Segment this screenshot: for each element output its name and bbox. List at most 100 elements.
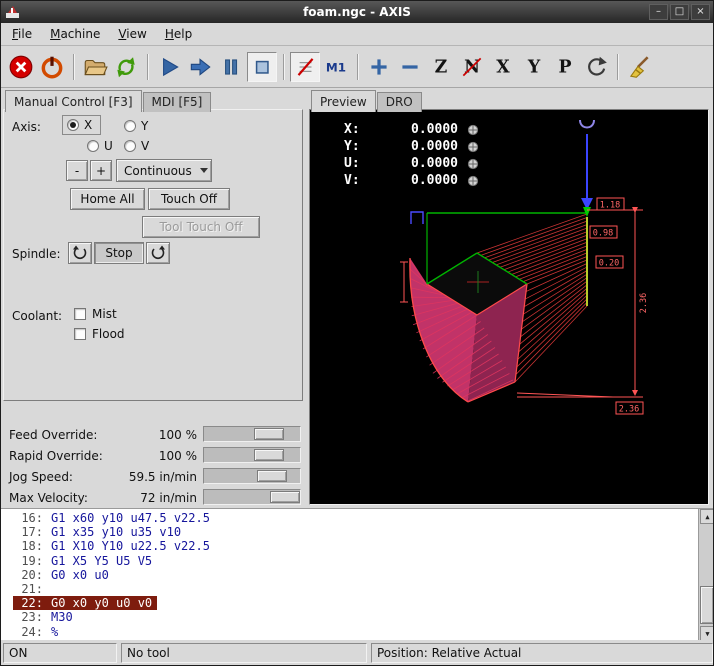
gcode-line-active[interactable]: 22:G0 x0 y0 u0 v0: [13, 596, 698, 610]
view-perspective-icon: P: [552, 54, 578, 80]
open-file-button[interactable]: [80, 52, 110, 82]
stop-button[interactable]: [247, 52, 277, 82]
unhomed-icon: [467, 141, 479, 153]
max-velocity-label: Max Velocity:: [9, 491, 88, 505]
view-perspective-button[interactable]: P: [550, 52, 580, 82]
statusbar: ON No tool Position: Relative Actual: [1, 640, 714, 666]
gcode-line[interactable]: 17:G1 x35 y10 u35 v10: [13, 525, 698, 539]
machine-power-button[interactable]: [37, 52, 67, 82]
jog-speed-slider[interactable]: [203, 468, 301, 484]
gcode-line[interactable]: 16:G1 x60 y10 u47.5 v22.5: [13, 511, 698, 525]
position-mode-cell: Position: Relative Actual: [371, 643, 713, 663]
dro-row-y: Y:0.0000: [344, 138, 479, 155]
optional-pause-button[interactable]: M1: [321, 52, 351, 82]
rotate-view-icon: [583, 54, 609, 80]
toolbar-separator: [357, 54, 359, 80]
close-button[interactable]: ×: [691, 4, 710, 20]
estop-icon: [8, 54, 34, 80]
clear-plot-button[interactable]: [624, 52, 654, 82]
tool-cell: No tool: [121, 643, 367, 663]
touch-off-button[interactable]: Touch Off: [148, 188, 230, 210]
gcode-line[interactable]: 24:%: [13, 625, 698, 639]
preview-canvas[interactable]: 1.18 0.98 0.20 2.36 2.36 X:0.000: [309, 109, 709, 505]
rotate-view-button[interactable]: [581, 52, 611, 82]
machine-state-cell: ON: [3, 643, 117, 663]
open-folder-icon: [82, 54, 108, 80]
axis-radio-v[interactable]: V: [124, 139, 149, 153]
skip-lines-icon: [292, 54, 318, 80]
jog-minus-button[interactable]: -: [66, 160, 88, 181]
titlebar[interactable]: foam.ngc - AXIS – □ ×: [1, 1, 713, 23]
menu-machine[interactable]: Machine: [41, 24, 109, 44]
zoom-in-button[interactable]: [364, 52, 394, 82]
jog-speed-handle[interactable]: [257, 470, 287, 482]
view-y-button[interactable]: Y: [519, 52, 549, 82]
gcode-line[interactable]: 19:G1 X5 Y5 U5 V5: [13, 554, 698, 568]
view-x-button[interactable]: X: [488, 52, 518, 82]
axis-radio-x[interactable]: X: [62, 115, 101, 135]
dim-label: 2.36: [619, 405, 639, 415]
tab-dro[interactable]: DRO: [377, 92, 422, 112]
gcode-line[interactable]: 21:: [13, 582, 698, 596]
menu-file[interactable]: File: [3, 24, 41, 44]
dim-label: 2.36: [639, 293, 649, 313]
max-velocity-slider[interactable]: [203, 489, 301, 505]
max-velocity-handle[interactable]: [270, 491, 300, 503]
view-z-rotated-button[interactable]: N: [457, 52, 487, 82]
zoom-out-button[interactable]: [395, 52, 425, 82]
flood-checkbox[interactable]: Flood: [74, 327, 125, 341]
axis-radio-y[interactable]: Y: [124, 119, 148, 133]
jog-mode-dropdown[interactable]: Continuous: [116, 159, 212, 182]
feed-override-handle[interactable]: [254, 428, 284, 440]
skip-lines-button[interactable]: [290, 52, 320, 82]
optional-pause-icon: M1: [323, 54, 349, 80]
run-step-button[interactable]: [185, 52, 215, 82]
radio-x-icon: [67, 119, 79, 131]
pause-button[interactable]: [216, 52, 246, 82]
tab-manual-control[interactable]: Manual Control [F3]: [5, 90, 142, 112]
feed-override-slider[interactable]: [203, 426, 301, 442]
menubar: File Machine View Help: [1, 23, 713, 46]
svg-text:P: P: [558, 57, 571, 77]
tab-mdi[interactable]: MDI [F5]: [143, 92, 212, 112]
preview-panel: Preview DRO: [307, 88, 714, 508]
rapid-override-row: Rapid Override: 100 %: [1, 445, 307, 466]
spindle-cw-button[interactable]: [146, 242, 170, 264]
reload-button[interactable]: [111, 52, 141, 82]
gcode-scrollbar[interactable]: ▲ ▼: [698, 509, 714, 640]
tab-preview[interactable]: Preview: [311, 90, 376, 112]
dro-row-u: U:0.0000: [344, 155, 479, 172]
flood-checkbox-icon: [74, 328, 86, 340]
run-button[interactable]: [154, 52, 184, 82]
svg-text:Y: Y: [527, 57, 541, 77]
jog-plus-button[interactable]: +: [90, 160, 112, 181]
rapid-override-label: Rapid Override:: [9, 449, 103, 463]
svg-text:Z: Z: [435, 57, 448, 77]
estop-button[interactable]: [6, 52, 36, 82]
rapid-override-slider[interactable]: [203, 447, 301, 463]
gcode-line[interactable]: 20:G0 x0 u0: [13, 568, 698, 582]
axis-window: foam.ngc - AXIS – □ × File Machine View …: [0, 0, 714, 666]
minimize-button[interactable]: –: [649, 4, 668, 20]
rapid-override-handle[interactable]: [254, 449, 284, 461]
maximize-button[interactable]: □: [670, 4, 689, 20]
menu-view[interactable]: View: [109, 24, 155, 44]
gcode-line[interactable]: 18:G1 X10 Y10 u22.5 v22.5: [13, 539, 698, 553]
scrollbar-thumb[interactable]: [700, 586, 714, 624]
mist-checkbox[interactable]: Mist: [74, 307, 117, 321]
home-all-button[interactable]: Home All: [70, 188, 145, 210]
view-z-button[interactable]: Z: [426, 52, 456, 82]
rapid-override-value: 100 %: [97, 449, 197, 463]
dro-readout: X:0.0000 Y:0.0000 U:0.0000 V:0.0000: [344, 121, 479, 189]
main-area: Manual Control [F3] MDI [F5] Axis: X Y: [1, 88, 714, 508]
scroll-down-arrow[interactable]: ▼: [700, 626, 714, 640]
dro-row-x: X:0.0000: [344, 121, 479, 138]
feed-override-label: Feed Override:: [9, 428, 97, 442]
spindle-ccw-button[interactable]: [68, 242, 92, 264]
scroll-up-arrow[interactable]: ▲: [700, 509, 714, 524]
gcode-listing[interactable]: 16:G1 x60 y10 u47.5 v22.5 17:G1 x35 y10 …: [1, 508, 714, 640]
menu-help[interactable]: Help: [156, 24, 201, 44]
spindle-stop-button[interactable]: Stop: [94, 242, 144, 264]
gcode-line[interactable]: 23:M30: [13, 610, 698, 624]
axis-radio-u[interactable]: U: [87, 139, 113, 153]
